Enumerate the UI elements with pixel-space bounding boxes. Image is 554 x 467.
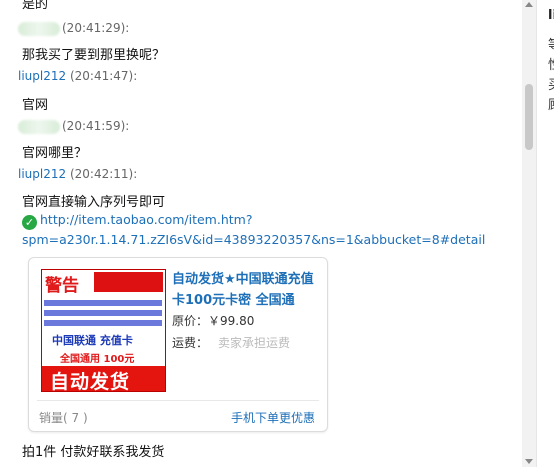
message-header: (20:41:29): <box>18 21 129 36</box>
blurred-sender-name <box>18 21 60 36</box>
message-text: 官网哪里？ <box>22 146 88 161</box>
product-price: 原价：￥99.80 <box>172 314 255 328</box>
sender-name[interactable]: liupl212 <box>18 167 66 181</box>
message-time: (20:41:59): <box>62 119 130 133</box>
image-auto-banner: 自动发货 <box>42 366 165 391</box>
product-sales: 销量( 7 ) <box>39 411 88 425</box>
product-card[interactable]: 警告 中国联通 充值卡 全国通用 100元 自动发货 自动发货★中国联通充值卡1… <box>28 257 328 432</box>
scroll-up-arrow-icon[interactable] <box>525 2 533 7</box>
sender-name[interactable]: liupl212 <box>18 69 66 83</box>
blurred-sender-name <box>18 119 60 134</box>
message-header: (20:41:59): <box>18 119 129 134</box>
side-panel-title: li <box>548 8 554 23</box>
product-url-line2[interactable]: spm=a230r.1.14.71.zZI6sV&id=43893220357&… <box>22 232 485 247</box>
message-text: 官网 <box>22 98 49 113</box>
message-header: liupl212 (20:42:11): <box>18 167 137 181</box>
chat-scrollbar[interactable] <box>522 0 536 467</box>
message-text: 官网直接输入序列号即可 <box>22 195 166 210</box>
scroll-thumb[interactable] <box>525 84 533 150</box>
message-time: (20:41:29): <box>62 21 130 35</box>
mobile-order-link[interactable]: 手机下单更优惠 <box>231 409 315 426</box>
image-fine-print <box>42 294 165 330</box>
verified-check-icon: ✓ <box>22 215 37 230</box>
message-text: 拍1件 付款好联系我发货 <box>22 445 165 460</box>
scroll-down-arrow-icon[interactable] <box>525 459 533 464</box>
image-warning-banner: 警告 <box>42 270 165 296</box>
side-panel-text: 等 <box>548 34 554 53</box>
product-link[interactable]: ✓ http://item.taobao.com/item.htm? spm=a2… <box>22 210 485 250</box>
image-brand-block: 中国联通 充值卡 全国通用 100元 <box>42 330 165 366</box>
side-panel-text: 顾 <box>548 94 554 113</box>
product-url-line1[interactable]: http://item.taobao.com/item.htm? <box>40 212 252 227</box>
message-text: 那我买了要到那里换呢？ <box>22 48 166 63</box>
chat-history-pane: 是的 (20:41:29): 那我买了要到那里换呢？ liupl212 (20:… <box>0 0 522 467</box>
message-header: liupl212 (20:41:47): <box>18 69 137 83</box>
card-divider <box>37 400 319 401</box>
product-image[interactable]: 警告 中国联通 充值卡 全国通用 100元 自动发货 <box>41 269 166 392</box>
message-time: (20:41:47): <box>66 69 138 83</box>
side-panel-text: 买 <box>548 74 554 93</box>
product-title[interactable]: 自动发货★中国联通充值卡100元卡密 全国通 <box>172 269 317 311</box>
product-shipping: 运费： 卖家承担运费 <box>172 336 291 350</box>
side-panel-text: 性 <box>548 54 554 73</box>
message-text: 是的 <box>22 0 49 12</box>
side-info-panel: li 等 性 买 顾 <box>536 0 554 467</box>
message-time: (20:42:11): <box>66 167 138 181</box>
